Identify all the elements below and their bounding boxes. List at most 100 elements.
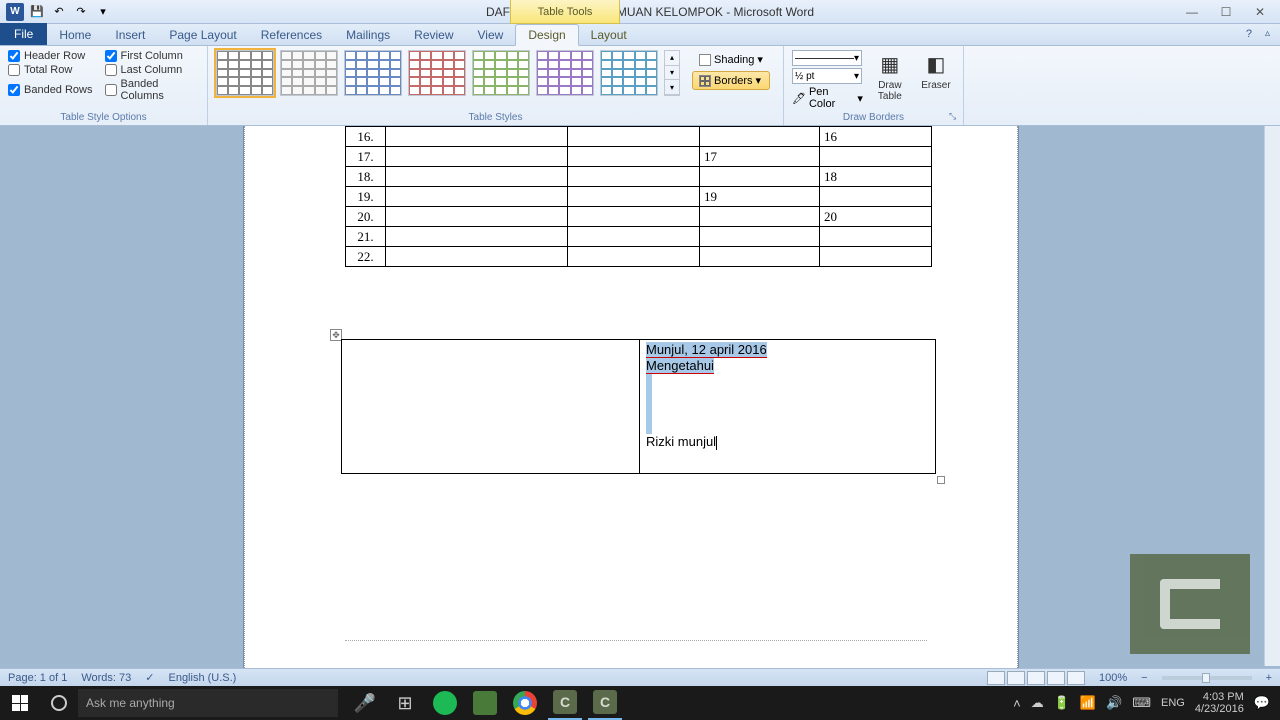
tray-chevron-icon[interactable]: ˄	[1013, 696, 1021, 711]
table-row[interactable]: 19.19	[346, 187, 932, 207]
signature-cell-left[interactable]	[342, 340, 640, 474]
tab-file[interactable]: File	[0, 23, 47, 45]
taskbar-app-misc[interactable]	[468, 686, 502, 720]
style-preview-2[interactable]	[280, 50, 338, 96]
check-banded-rows[interactable]: Banded Rows	[8, 78, 93, 102]
view-full-screen[interactable]	[1007, 671, 1025, 685]
tray-notifications-icon[interactable]: 💬	[1254, 695, 1270, 711]
check-total-row[interactable]: Total Row	[8, 64, 93, 76]
table-resize-handle[interactable]	[937, 476, 945, 484]
eraser-button[interactable]: ◧Eraser	[917, 50, 955, 91]
tab-layout[interactable]: Layout	[579, 25, 639, 45]
style-preview-7[interactable]	[600, 50, 658, 96]
taskbar-spotify[interactable]	[428, 686, 462, 720]
mic-icon[interactable]: 🎤	[348, 686, 382, 720]
check-header-row[interactable]: Header Row	[8, 50, 93, 62]
tray-clock[interactable]: 4:03 PM 4/23/2016	[1195, 691, 1244, 715]
search-input[interactable]: Ask me anything	[78, 689, 338, 717]
style-preview-1[interactable]	[216, 50, 274, 96]
tab-page-layout[interactable]: Page Layout	[157, 25, 248, 45]
zoom-in-icon[interactable]: +	[1266, 672, 1272, 684]
pen-color-button[interactable]: 🖊Pen Color ▾	[792, 86, 863, 110]
line-weight-select[interactable]: ½ pt▾	[792, 68, 862, 84]
shading-button[interactable]: Shading ▾	[692, 50, 770, 69]
tab-references[interactable]: References	[249, 25, 334, 45]
help-icon[interactable]: ?	[1246, 28, 1252, 40]
gallery-scroll[interactable]: ▴▾▾	[664, 50, 680, 96]
save-icon[interactable]: 💾	[28, 3, 46, 21]
view-print-layout[interactable]	[987, 671, 1005, 685]
check-first-column[interactable]: First Column	[105, 50, 200, 62]
status-proofing-icon[interactable]: ✓	[145, 671, 154, 684]
group-table-styles: ▴▾▾ Shading ▾ Borders ▾ Table Styles	[208, 46, 784, 125]
view-outline[interactable]	[1047, 671, 1065, 685]
tab-view[interactable]: View	[466, 25, 516, 45]
page-margin-left	[0, 126, 244, 684]
start-button[interactable]	[0, 686, 40, 720]
tab-design[interactable]: Design	[515, 24, 578, 46]
qat-more-icon[interactable]: ▾	[94, 3, 112, 21]
view-web-layout[interactable]	[1027, 671, 1045, 685]
attendance-table[interactable]: 16.1617.1718.1819.1920.2021.22.	[345, 126, 932, 267]
signature-table[interactable]: Munjul, 12 april 2016 Mengetahui Rizki m…	[341, 339, 936, 474]
table-row[interactable]: 22.	[346, 247, 932, 267]
undo-icon[interactable]: ↶	[50, 3, 68, 21]
table-row[interactable]: 17.17	[346, 147, 932, 167]
table-row[interactable]: 18.18	[346, 167, 932, 187]
task-view-icon[interactable]: ⊞	[388, 686, 422, 720]
table-row[interactable]: 16.16	[346, 127, 932, 147]
zoom-out-icon[interactable]: −	[1141, 672, 1147, 684]
status-language[interactable]: English (U.S.)	[168, 672, 236, 684]
close-button[interactable]: ✕	[1250, 4, 1270, 20]
minimize-button[interactable]: —	[1182, 4, 1202, 20]
gallery-more-icon[interactable]: ▾	[665, 80, 679, 95]
zoom-slider[interactable]	[1162, 676, 1252, 680]
draw-table-button[interactable]: ▦Draw Table	[871, 50, 909, 102]
maximize-button[interactable]: ☐	[1216, 4, 1236, 20]
cortana-icon[interactable]	[42, 686, 76, 720]
tray-input-icon[interactable]: ⌨	[1132, 695, 1151, 711]
group-label: Table Style Options	[0, 112, 207, 123]
tab-insert[interactable]: Insert	[103, 25, 157, 45]
group-label: Table Styles	[208, 112, 783, 123]
line-style-select[interactable]: ▾	[792, 50, 862, 66]
check-banded-columns[interactable]: Banded Columns	[105, 78, 200, 102]
page-break-indicator	[345, 640, 927, 641]
taskbar-chrome[interactable]	[508, 686, 542, 720]
style-preview-6[interactable]	[536, 50, 594, 96]
vertical-scrollbar[interactable]	[1264, 126, 1280, 666]
style-preview-3[interactable]	[344, 50, 402, 96]
tab-mailings[interactable]: Mailings	[334, 25, 402, 45]
status-words[interactable]: Words: 73	[81, 672, 131, 684]
style-preview-4[interactable]	[408, 50, 466, 96]
taskbar-camtasia[interactable]: C	[588, 686, 622, 720]
collapse-ribbon-icon[interactable]: ▵	[1265, 28, 1270, 39]
tab-review[interactable]: Review	[402, 25, 465, 45]
tray-volume-icon[interactable]: 🔊	[1106, 695, 1122, 711]
style-preview-5[interactable]	[472, 50, 530, 96]
gallery-down-icon[interactable]: ▾	[665, 66, 679, 81]
view-draft[interactable]	[1067, 671, 1085, 685]
ribbon: Header Row First Column Total Row Last C…	[0, 46, 1280, 126]
table-row[interactable]: 21.	[346, 227, 932, 247]
signature-name: Rizki munjul	[646, 434, 716, 449]
gallery-up-icon[interactable]: ▴	[665, 51, 679, 66]
group-label: Draw Borders	[784, 112, 963, 123]
tray-wifi-icon[interactable]: 📶	[1080, 695, 1096, 711]
dialog-launcher-icon[interactable]: ⤡	[949, 111, 961, 123]
borders-button[interactable]: Borders ▾	[692, 71, 770, 90]
tray-onedrive-icon[interactable]: ☁	[1031, 695, 1044, 711]
status-page[interactable]: Page: 1 of 1	[8, 672, 67, 684]
titlebar: W 💾 ↶ ↷ ▾ DAFTAR HADIR PERTEMUAN KELOMPO…	[0, 0, 1280, 24]
tab-home[interactable]: Home	[47, 25, 103, 45]
check-last-column[interactable]: Last Column	[105, 64, 200, 76]
tray-language[interactable]: ENG	[1161, 697, 1185, 709]
contextual-tab-label: Table Tools	[510, 0, 620, 24]
zoom-level[interactable]: 100%	[1099, 672, 1127, 684]
taskbar-word[interactable]: C	[548, 686, 582, 720]
table-row[interactable]: 20.20	[346, 207, 932, 227]
page[interactable]: 16.1617.1718.1819.1920.2021.22. ✥ Munjul…	[244, 126, 1018, 684]
signature-cell-right[interactable]: Munjul, 12 april 2016 Mengetahui Rizki m…	[640, 340, 936, 474]
redo-icon[interactable]: ↷	[72, 3, 90, 21]
tray-battery-icon[interactable]: 🔋	[1054, 695, 1070, 711]
